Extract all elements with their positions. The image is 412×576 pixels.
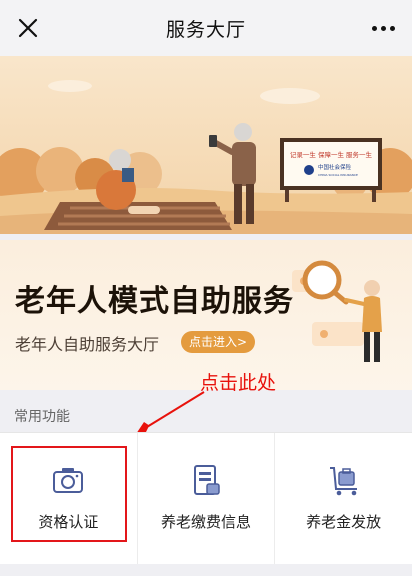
hero-banner[interactable]: 记录一生 保障一生 服务一生 中国社会保险 CHINA SOCIAL INSUR…	[0, 56, 412, 234]
function-pension-distribution[interactable]: 养老金发放	[275, 433, 412, 564]
page-title: 服务大厅	[165, 18, 246, 41]
promo-headline: 老年人模式自助服务	[15, 284, 294, 319]
camera-icon	[53, 468, 84, 493]
function-pension-payment-info[interactable]: 养老缴费信息	[138, 433, 276, 564]
banner-logo-en: CHINA SOCIAL INSURANCE	[318, 173, 358, 177]
more-dots-icon[interactable]	[368, 14, 398, 42]
common-functions-grid: 资格认证 养老缴费信息 养老金发放	[0, 432, 412, 564]
close-icon[interactable]	[14, 14, 42, 42]
luggage-cart-icon	[329, 467, 357, 496]
top-bar: 服务大厅	[0, 0, 412, 56]
section-label-common-functions: 常用功能	[14, 409, 70, 425]
bottom-spacer	[0, 564, 412, 576]
promo-subtitle: 老年人自助服务大厅	[15, 335, 160, 354]
click-here-annotation: 点击此处	[200, 372, 277, 394]
function-label: 养老缴费信息	[161, 513, 252, 531]
document-card-icon	[194, 465, 220, 495]
banner-logo-text: 中国社会保险	[318, 163, 352, 171]
banner-slogan: 记录一生 保障一生 服务一生	[290, 150, 373, 159]
function-label: 资格认证	[38, 513, 99, 531]
annotation-arrow-icon	[136, 391, 205, 434]
function-qualification-auth[interactable]: 资格认证	[0, 433, 138, 564]
enter-button[interactable]: 点击进入>	[181, 331, 256, 353]
magnifier-person-illustration	[292, 260, 382, 362]
banner-illustration: 记录一生 保障一生 服务一生 中国社会保险 CHINA SOCIAL INSUR…	[0, 56, 412, 234]
function-label: 养老金发放	[306, 513, 382, 531]
